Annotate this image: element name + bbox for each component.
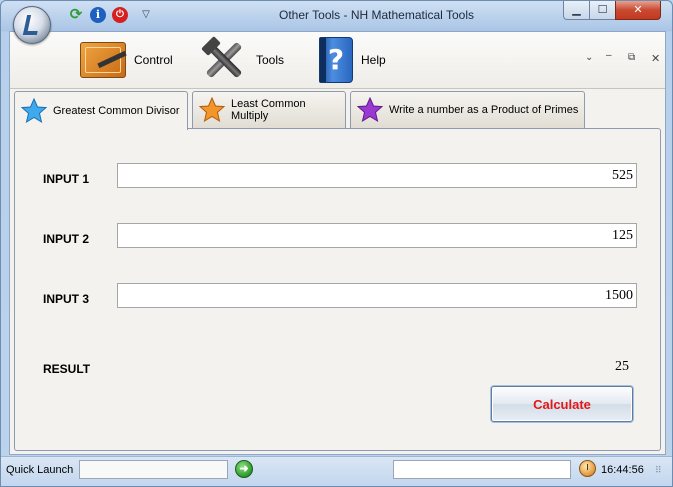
quick-launch-label: Quick Launch [6,464,74,476]
help-book-icon: ? [319,37,353,83]
go-arrow-icon[interactable]: ➜ [235,460,253,478]
client-area: Control Tools ? Help ⌄ – ⧉ ✕ Greatest Co… [9,31,666,455]
ribbon-close-button[interactable]: ✕ [651,52,660,65]
application-menu-button[interactable] [13,6,51,44]
blue-star-icon [21,98,47,124]
status-text-field [393,460,571,479]
quick-launch-input[interactable] [79,460,228,479]
ribbon-restore-button[interactable]: ⧉ [628,52,635,63]
hammer-wrench-icon [200,36,248,83]
info-icon[interactable]: i [90,7,106,23]
gcd-panel: INPUT 1 INPUT 2 INPUT 3 RESULT 25 Calcul… [14,128,661,451]
orange-star-icon [199,97,225,123]
power-icon[interactable]: ⏻ [112,7,128,23]
tab-product-of-primes[interactable]: Write a number as a Product of Primes [350,91,585,128]
input2-field[interactable] [117,223,637,248]
clock-icon [579,460,596,477]
tab-label: Write a number as a Product of Primes [389,104,579,116]
ribbon-help-label: Help [361,53,386,67]
ribbon-minimize-button[interactable]: – [606,50,612,61]
control-panel-icon [80,42,126,78]
tab-greatest-common-divisor[interactable]: Greatest Common Divisor [14,91,188,130]
ribbon-tools-button[interactable]: Tools [200,36,284,84]
result-value: 25 [615,359,629,374]
input2-label: INPUT 2 [43,232,90,246]
ribbon: Control Tools ? Help ⌄ – ⧉ ✕ [10,32,665,89]
input3-field[interactable] [117,283,637,308]
ribbon-control-label: Control [134,53,173,67]
ribbon-control-button[interactable]: Control [80,36,173,84]
title-bar[interactable]: ⟳ i ⏻ ▽ Other Tools - NH Mathematical To… [1,1,672,44]
clock-time: 16:44:56 [601,464,644,476]
quick-access-dropdown-icon[interactable]: ▽ [138,7,154,23]
tab-label: Least Common Multiply [231,98,306,122]
window-title: Other Tools - NH Mathematical Tools [279,8,474,22]
close-button[interactable]: ✕ [615,1,661,20]
application-window: ⟳ i ⏻ ▽ Other Tools - NH Mathematical To… [0,0,673,487]
app-logo-icon [22,15,42,35]
tab-least-common-multiply[interactable]: Least Common Multiply [192,91,346,128]
input1-label: INPUT 1 [43,172,90,186]
purple-star-icon [357,97,383,123]
result-label: RESULT [43,362,91,376]
tab-label: Greatest Common Divisor [53,105,180,117]
refresh-icon[interactable]: ⟳ [68,7,84,23]
input1-field[interactable] [117,163,637,188]
resize-grip[interactable]: ⠿ [655,466,667,479]
status-bar: Quick Launch ➜ 16:44:56 ⠿ [1,456,672,486]
calculate-button[interactable]: Calculate [491,386,633,422]
input3-label: INPUT 3 [43,292,90,306]
maximize-button[interactable]: ☐ [589,1,616,20]
minimize-button[interactable]: ▁ [563,1,590,20]
ribbon-tools-label: Tools [256,53,285,67]
chevron-down-icon[interactable]: ⌄ [585,52,593,63]
ribbon-help-button[interactable]: ? Help [319,36,386,84]
